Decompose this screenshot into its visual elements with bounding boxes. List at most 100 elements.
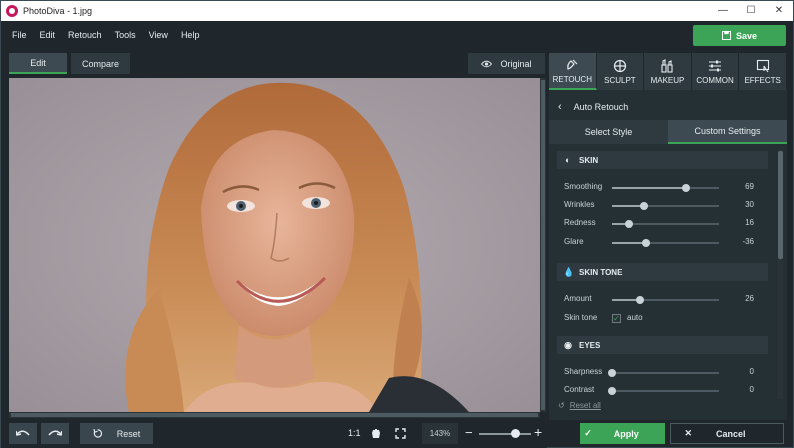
menu-view[interactable]: View xyxy=(149,30,168,40)
cancel-button[interactable]: ✕ Cancel xyxy=(670,423,784,444)
sculpt-icon xyxy=(613,59,626,72)
canvas-vertical-scrollbar[interactable] xyxy=(540,78,546,412)
fit-to-screen-icon[interactable] xyxy=(395,428,406,439)
tab-common[interactable]: COMMON xyxy=(691,53,740,90)
undo-button[interactable] xyxy=(9,423,37,444)
slider-knob[interactable] xyxy=(642,239,651,247)
apply-label: Apply xyxy=(613,428,639,439)
slider-value: 26 xyxy=(745,294,754,303)
zoom-value[interactable]: 143% xyxy=(422,423,458,444)
app-window: PhotoDiva - 1.jpg — ☐ ✕ File Edit Retouc… xyxy=(0,0,794,448)
smoothing-slider[interactable] xyxy=(612,184,719,192)
window-controls: — ☐ ✕ xyxy=(709,1,793,21)
tab-edit[interactable]: Edit xyxy=(9,53,67,74)
glare-slider[interactable] xyxy=(612,239,719,247)
sharpness-slider[interactable] xyxy=(608,369,719,377)
window-title: PhotoDiva - 1.jpg xyxy=(23,6,93,16)
slider-knob[interactable] xyxy=(625,220,634,228)
menu-file[interactable]: File xyxy=(12,30,27,40)
slider-knob[interactable] xyxy=(608,387,616,395)
tab-effects[interactable]: EFFECTS xyxy=(739,53,787,90)
section-skin-tone[interactable]: 💧 SKIN TONE xyxy=(557,263,768,281)
slider-knob[interactable] xyxy=(640,202,649,210)
cancel-x-icon: ✕ xyxy=(684,428,693,438)
tab-compare[interactable]: Compare xyxy=(71,53,130,74)
zoom-out-icon[interactable]: − xyxy=(465,425,473,440)
zoom-slider[interactable] xyxy=(479,429,531,438)
tab-common-label: COMMON xyxy=(696,75,734,85)
contrast-slider[interactable] xyxy=(608,387,719,395)
reset-label: Reset xyxy=(116,428,141,439)
slider-label: Sharpness xyxy=(564,367,603,376)
apply-button[interactable]: ✓ Apply xyxy=(580,423,665,444)
scroll-thumb[interactable] xyxy=(11,413,538,417)
bottom-toolbar: Reset 1:1 143% − + xyxy=(1,420,547,448)
slider-knob[interactable] xyxy=(635,296,644,304)
slider-row-contrast: Contrast 0 xyxy=(564,384,754,398)
menu-edit[interactable]: Edit xyxy=(40,30,56,40)
slider-row-redness: Redness 16 xyxy=(564,217,754,231)
hand-icon[interactable] xyxy=(371,428,381,439)
amount-slider[interactable] xyxy=(612,296,719,304)
reset-all-link[interactable]: ↺ Reset all xyxy=(558,401,601,410)
cancel-label: Cancel xyxy=(716,428,746,439)
slider-value: 0 xyxy=(749,385,754,394)
slider-value: 16 xyxy=(745,218,754,227)
zoom-in-icon[interactable]: + xyxy=(534,424,542,440)
tab-retouch[interactable]: RETOUCH xyxy=(549,53,597,90)
maximize-button[interactable]: ☐ xyxy=(737,1,765,21)
save-button[interactable]: Save xyxy=(693,25,786,46)
slider-value: 0 xyxy=(749,367,754,376)
tab-custom-settings[interactable]: Custom Settings xyxy=(668,120,787,144)
back-arrow-icon[interactable]: ‹ xyxy=(558,101,562,113)
zoom-slider-knob[interactable] xyxy=(511,429,521,438)
portrait-photo xyxy=(9,78,540,412)
tab-retouch-label: RETOUCH xyxy=(552,74,592,84)
view-toolbar: Edit Compare Original xyxy=(1,48,547,76)
menu-tools[interactable]: Tools xyxy=(115,30,136,40)
minimize-button[interactable]: — xyxy=(709,1,737,21)
slider-row-smoothing: Smoothing 69 xyxy=(564,181,754,195)
title-bar: PhotoDiva - 1.jpg — ☐ ✕ xyxy=(1,1,793,21)
reset-button[interactable]: Reset xyxy=(80,423,153,444)
effects-icon xyxy=(756,59,769,72)
save-label: Save xyxy=(735,30,758,41)
tab-sculpt-label: SCULPT xyxy=(604,75,636,85)
original-button[interactable]: Original xyxy=(468,53,545,74)
menu-help[interactable]: Help xyxy=(181,30,200,40)
slider-row-glare: Glare -36 xyxy=(564,236,754,250)
section-eyes-title: EYES xyxy=(579,340,601,350)
section-skin[interactable]: ◐ SKIN xyxy=(557,151,768,169)
tab-makeup[interactable]: MAKEUP xyxy=(644,53,692,90)
panel-subtabs: Select Style Custom Settings xyxy=(549,120,787,144)
tab-sculpt[interactable]: SCULPT xyxy=(596,53,645,90)
eye-icon: ◉ xyxy=(564,339,572,350)
photo-canvas[interactable] xyxy=(9,78,540,412)
slider-knob[interactable] xyxy=(608,369,616,377)
slider-row-amount: Amount 26 xyxy=(564,293,754,307)
redo-button[interactable] xyxy=(41,423,69,444)
reset-all-icon: ↺ xyxy=(558,401,565,410)
canvas-horizontal-scrollbar[interactable] xyxy=(9,412,540,418)
tab-select-style[interactable]: Select Style xyxy=(549,120,668,144)
auto-checkbox[interactable]: ✓ xyxy=(612,314,621,323)
slider-label: Contrast xyxy=(564,385,595,394)
slider-label: Smoothing xyxy=(564,182,603,191)
scroll-thumb[interactable] xyxy=(778,151,783,259)
slider-value: -36 xyxy=(742,237,754,246)
close-button[interactable]: ✕ xyxy=(765,1,793,21)
eye-icon xyxy=(481,60,493,67)
panel-scrollbar[interactable] xyxy=(778,149,783,399)
menu-bar: File Edit Retouch Tools View Help xyxy=(1,21,793,48)
check-icon: ✓ xyxy=(584,428,592,438)
section-skin-title: SKIN xyxy=(579,155,599,165)
section-eyes[interactable]: ◉ EYES xyxy=(557,336,768,354)
original-label: Original xyxy=(500,58,532,69)
wrinkles-slider[interactable] xyxy=(612,202,719,210)
scroll-thumb[interactable] xyxy=(541,80,545,410)
slider-knob[interactable] xyxy=(681,184,690,192)
tab-effects-label: EFFECTS xyxy=(744,75,781,85)
menu-retouch[interactable]: Retouch xyxy=(68,30,102,40)
redness-slider[interactable] xyxy=(612,220,719,228)
actual-size-button[interactable]: 1:1 xyxy=(348,428,361,438)
